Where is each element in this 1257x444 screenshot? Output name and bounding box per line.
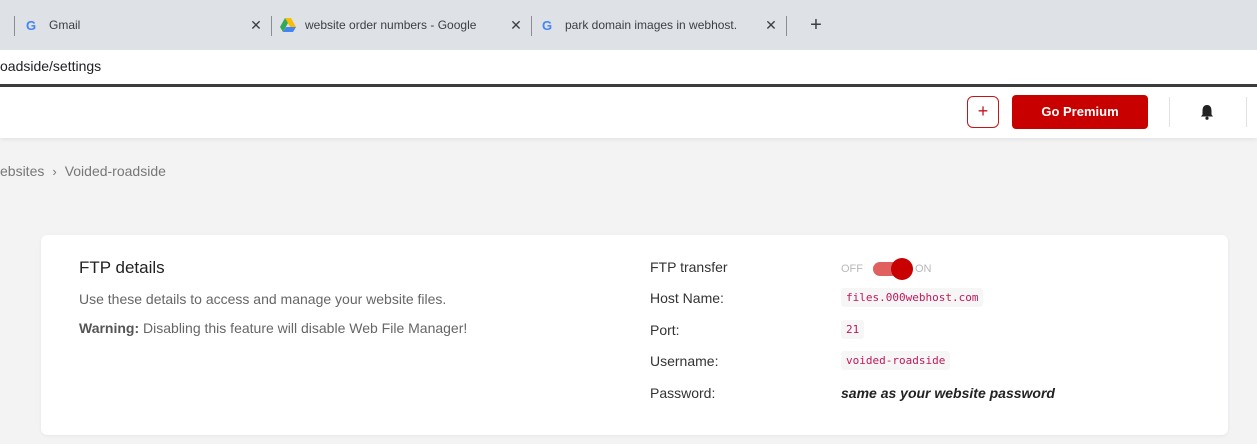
add-button[interactable]: + [967,96,999,128]
app-header: + Go Premium [0,87,1257,138]
tab-separator [531,16,532,36]
bell-icon[interactable] [1198,103,1216,121]
close-tab-icon[interactable]: ✕ [508,17,524,33]
host-name-value: files.000webhost.com [841,288,984,307]
port-value: 21 [841,320,865,339]
tab-separator [271,16,272,36]
warning-label: Warning: [79,320,140,336]
toggle-track[interactable] [873,258,913,280]
toggle-knob[interactable] [891,258,913,280]
browser-tab-strip: G Gmail ✕ website order numbers - Google… [0,0,1257,50]
warning-text: Disabling this feature will disable Web … [139,320,468,336]
ftp-details-description: Use these details to access and manage y… [79,291,447,307]
password-value: same as your website password [841,385,1055,401]
tab-park-domain[interactable]: G park domain images in webhost. ✕ [540,8,785,42]
breadcrumb-websites-link[interactable]: ebsites [0,163,44,179]
ftp-transfer-label: FTP transfer [650,259,728,275]
close-tab-icon[interactable]: ✕ [248,17,264,33]
new-tab-button[interactable]: + [804,14,828,38]
go-premium-button[interactable]: Go Premium [1012,95,1148,129]
tab-separator [786,16,787,36]
port-label: Port: [650,322,680,338]
tab-title: park domain images in webhost. [565,18,738,32]
ftp-details-card: FTP details Use these details to access … [41,235,1228,435]
svg-text:G: G [542,18,552,32]
breadcrumb-current: Voided-roadside [64,163,166,179]
tab-title: website order numbers - Google [305,18,477,32]
header-divider [1246,97,1247,127]
toggle-off-label: OFF [841,263,863,275]
toggle-on-label: ON [915,263,932,275]
breadcrumb-separator: › [52,163,57,179]
breadcrumb: ebsites › Voided-roadside [0,163,166,179]
google-drive-icon [280,17,296,33]
tab-title: Gmail [49,18,81,32]
svg-text:G: G [26,18,36,32]
ftp-details-title: FTP details [79,258,165,277]
ftp-warning: Warning: Disabling this feature will dis… [79,320,467,336]
tab-gmail[interactable]: G Gmail ✕ [24,8,270,42]
address-bar[interactable]: oadside/settings [0,50,1257,84]
username-label: Username: [650,353,719,369]
address-url[interactable]: oadside/settings [0,58,101,74]
header-divider [1169,97,1170,127]
tab-separator [14,16,15,36]
tab-google-drive[interactable]: website order numbers - Google ✕ [280,8,530,42]
close-tab-icon[interactable]: ✕ [763,17,779,33]
ftp-transfer-toggle[interactable]: OFF ON [841,258,932,280]
google-g-icon: G [540,17,556,33]
host-name-label: Host Name: [650,290,724,306]
password-label: Password: [650,385,716,401]
google-g-icon: G [24,17,40,33]
username-value: voided-roadside [841,351,951,370]
